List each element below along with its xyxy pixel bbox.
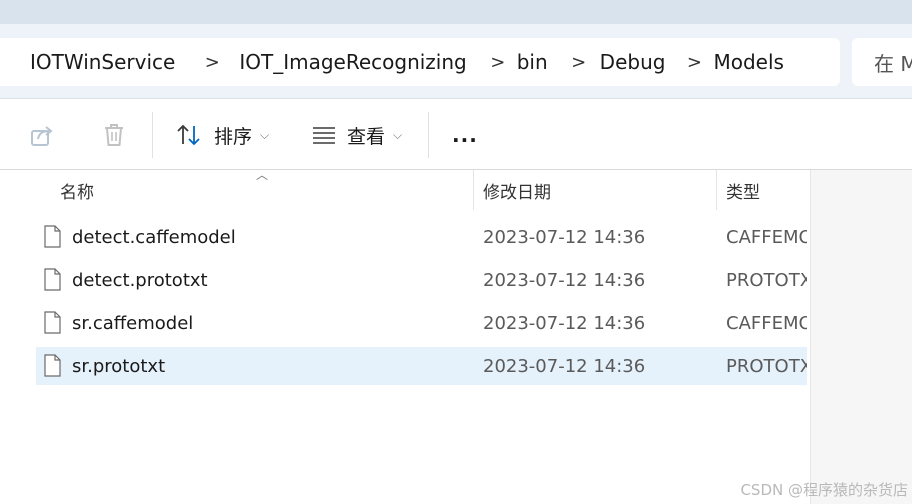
chevron-right-icon[interactable]: >: [187, 52, 237, 73]
sort-icon: [177, 124, 200, 146]
details-pane: [810, 170, 912, 504]
file-row[interactable]: detect.caffemodel 2023-07-12 14:36 CAFFE…: [36, 218, 807, 256]
breadcrumb-item-debug[interactable]: Debug: [600, 50, 666, 74]
chevron-right-icon[interactable]: >: [554, 52, 604, 73]
watermark: CSDN @程序猿的杂货店: [740, 481, 908, 499]
column-header-name[interactable]: 名称: [60, 170, 94, 210]
view-button[interactable]: 查看 ⌵: [311, 118, 402, 152]
file-row-selected[interactable]: sr.prototxt 2023-07-12 14:36 PROTOTXT: [36, 347, 807, 385]
file-date: 2023-07-12 14:36: [483, 269, 646, 291]
toolbar-divider: [428, 112, 429, 158]
share-icon[interactable]: [29, 122, 55, 148]
breadcrumb-item-iot-imagerecognizing[interactable]: IOT_ImageRecognizing: [239, 50, 466, 74]
file-row[interactable]: sr.caffemodel 2023-07-12 14:36 CAFFEMODE…: [36, 304, 807, 342]
file-name: sr.prototxt: [72, 355, 166, 377]
column-divider[interactable]: [473, 170, 474, 210]
trash-icon[interactable]: [101, 122, 127, 148]
file-icon: [44, 311, 61, 334]
file-icon: [44, 268, 61, 291]
file-name: detect.prototxt: [72, 269, 208, 291]
file-date: 2023-07-12 14:36: [483, 312, 646, 334]
window-titlebar: [0, 0, 912, 24]
file-icon: [44, 225, 61, 248]
column-header-type[interactable]: 类型: [726, 170, 760, 210]
breadcrumb-item-iotwinservice[interactable]: IOTWinService: [30, 50, 175, 74]
chevron-down-icon: ⌵: [393, 127, 403, 142]
column-header-date[interactable]: 修改日期: [483, 170, 551, 210]
file-name: sr.caffemodel: [72, 312, 194, 334]
file-type: PROTOTXT: [726, 355, 807, 377]
breadcrumb-item-models[interactable]: Models: [713, 50, 783, 74]
chevron-right-icon[interactable]: >: [473, 52, 523, 73]
view-icon: [313, 127, 335, 144]
file-type: PROTOTXT: [726, 269, 807, 291]
sort-button[interactable]: 排序 ⌵: [176, 118, 269, 152]
file-date: 2023-07-12 14:36: [483, 355, 646, 377]
search-input[interactable]: 在 M: [852, 38, 912, 86]
column-divider[interactable]: [716, 170, 717, 210]
breadcrumb: IOTWinService > IOT_ImageRecognizing > b…: [0, 38, 840, 86]
sort-label: 排序: [214, 125, 253, 148]
toolbar-divider: [152, 112, 153, 158]
sort-ascending-icon: ︿: [256, 168, 269, 182]
file-icon: [44, 354, 61, 377]
file-type: CAFFEMODEL: [726, 226, 807, 248]
file-row[interactable]: detect.prototxt 2023-07-12 14:36 PROTOTX…: [36, 261, 807, 299]
chevron-right-icon[interactable]: >: [669, 52, 719, 73]
file-date: 2023-07-12 14:36: [483, 226, 646, 248]
more-options-button[interactable]: ...: [452, 118, 478, 152]
file-type: CAFFEMODEL: [726, 312, 807, 334]
view-label: 查看: [347, 125, 386, 148]
breadcrumb-item-bin[interactable]: bin: [517, 50, 548, 74]
file-name: detect.caffemodel: [72, 226, 236, 248]
chevron-down-icon: ⌵: [260, 127, 270, 142]
